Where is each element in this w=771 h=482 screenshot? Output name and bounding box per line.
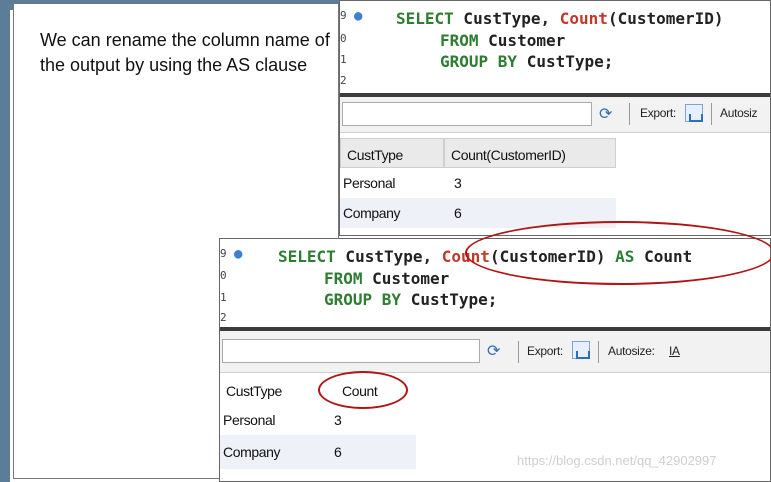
sql-line-3: GROUP BY CustType; bbox=[324, 290, 497, 309]
line-number: 9 bbox=[340, 9, 347, 22]
sql-line-2: FROM Customer bbox=[324, 269, 449, 288]
table-cell: 6 bbox=[334, 444, 342, 460]
explanation-text: We can rename the column name of the out… bbox=[40, 30, 330, 75]
sql-column: CustType, bbox=[453, 9, 560, 28]
sql-line-1: SELECT CustType, Count(CustomerID) bbox=[396, 9, 724, 28]
autosize-label: Autosiz bbox=[720, 106, 758, 120]
table-row[interactable]: Personal 3 bbox=[340, 168, 616, 198]
breakpoint-dot-icon: ● bbox=[234, 246, 243, 262]
export-icon[interactable] bbox=[685, 104, 703, 122]
result-filter-input[interactable] bbox=[222, 339, 480, 363]
line-number: 0 bbox=[220, 269, 227, 282]
line-number: 2 bbox=[340, 74, 347, 87]
result-filter-input[interactable] bbox=[342, 102, 592, 126]
sql-table: Customer bbox=[362, 269, 450, 288]
sql-group-column: CustType; bbox=[517, 52, 614, 71]
export-label: Export: bbox=[527, 344, 563, 358]
sql-column: CustType, bbox=[335, 247, 442, 266]
export-icon[interactable] bbox=[572, 341, 590, 359]
sql-keyword-group-by: GROUP BY bbox=[440, 52, 518, 71]
breakpoint-dot-icon: ● bbox=[354, 8, 363, 24]
column-header[interactable]: CustType bbox=[340, 138, 444, 168]
toolbar-divider bbox=[598, 341, 599, 363]
sql-keyword-group-by: GROUP BY bbox=[324, 290, 402, 309]
toolbar-divider bbox=[629, 103, 630, 125]
line-number: 1 bbox=[220, 291, 227, 304]
sql-keyword-from: FROM bbox=[324, 269, 363, 288]
sql-line-3: GROUP BY CustType; bbox=[440, 52, 613, 71]
sql-editor-1[interactable]: 9 0 1 2 ● SELECT CustType, Count(Custome… bbox=[340, 1, 770, 91]
refresh-icon[interactable]: ⟳ bbox=[599, 104, 612, 124]
table-cell: 3 bbox=[334, 412, 342, 428]
query-screenshot-1: 9 0 1 2 ● SELECT CustType, Count(Custome… bbox=[339, 0, 771, 236]
sql-table: Customer bbox=[478, 31, 566, 50]
table-cell: Company bbox=[343, 205, 401, 221]
toolbar-divider bbox=[711, 103, 712, 125]
sql-function-count: Count bbox=[559, 9, 608, 28]
sql-keyword-select: SELECT bbox=[278, 247, 336, 266]
highlight-ellipse-as-clause bbox=[465, 221, 771, 285]
autosize-icon[interactable]: IA bbox=[669, 344, 680, 358]
sql-function-arg: (CustomerID) bbox=[607, 9, 724, 28]
column-header[interactable]: CustType bbox=[220, 375, 326, 405]
sql-keyword-from: FROM bbox=[440, 31, 479, 50]
sql-line-2: FROM Customer bbox=[440, 31, 565, 50]
toolbar-divider bbox=[518, 341, 519, 363]
table-cell: Personal bbox=[343, 175, 396, 191]
autosize-label: Autosize: bbox=[608, 344, 655, 358]
refresh-icon[interactable]: ⟳ bbox=[487, 341, 500, 361]
column-header[interactable]: Count(CustomerID) bbox=[444, 138, 616, 168]
table-cell: 3 bbox=[454, 175, 462, 191]
watermark-text: https://blog.csdn.net/qq_42902997 bbox=[517, 453, 717, 468]
table-row[interactable]: Company 6 bbox=[220, 435, 416, 469]
sql-group-column: CustType; bbox=[401, 290, 498, 309]
line-number: 1 bbox=[340, 53, 347, 66]
result-toolbar-1: ⟳ Export: Autosiz bbox=[340, 97, 770, 133]
sql-keyword-select: SELECT bbox=[396, 9, 454, 28]
table-row[interactable]: Personal 3 bbox=[220, 405, 416, 435]
table-cell: Personal bbox=[223, 412, 276, 428]
line-number: 9 bbox=[220, 247, 227, 260]
slide-left-border bbox=[0, 0, 10, 482]
result-toolbar-2: ⟳ Export: Autosize: IA bbox=[220, 331, 770, 373]
line-number: 0 bbox=[340, 32, 347, 45]
export-label: Export: bbox=[640, 106, 676, 120]
table-cell: Company bbox=[223, 444, 281, 460]
line-number: 2 bbox=[220, 311, 227, 324]
highlight-ellipse-count-column bbox=[318, 371, 408, 409]
